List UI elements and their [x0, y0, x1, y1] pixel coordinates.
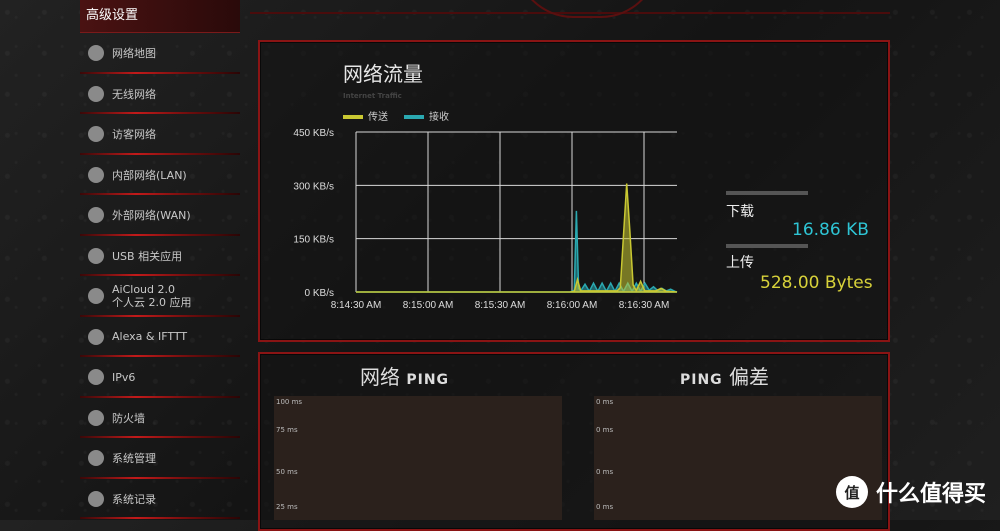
admin-icon — [88, 450, 104, 467]
ping-left-tick: 50 ms — [276, 468, 298, 476]
sidebar-item-label: AiCloud 2.0 — [112, 283, 175, 297]
sidebar-item-2[interactable]: 访客网络 — [80, 114, 240, 155]
sidebar-item-11[interactable]: 系统记录 — [80, 479, 240, 520]
wifi-icon — [88, 85, 104, 102]
firewall-icon — [88, 409, 104, 426]
sidebar-item-10[interactable]: 系统管理 — [80, 438, 240, 479]
traffic-subtitle: Internet Traffic — [343, 92, 402, 100]
sidebar-item-label: 访客网络 — [112, 128, 156, 142]
ipv6-icon — [88, 369, 104, 386]
download-value: 16.86 KB — [792, 220, 869, 240]
sidebar-item-8[interactable]: IPv6 — [80, 357, 240, 398]
ping-right-tick: 0 ms — [596, 398, 614, 406]
sidebar-item-sublabel: 个人云 2.0 应用 — [112, 296, 192, 310]
guest-globe-icon — [88, 126, 104, 143]
ping-right-tick: 0 ms — [596, 503, 614, 511]
traffic-title: 网络流量 — [343, 62, 423, 86]
ping-chart-left — [274, 396, 562, 520]
upload-bar — [726, 244, 808, 248]
cloud-icon — [88, 288, 104, 305]
sidebar-item-label: 无线网络 — [112, 87, 156, 101]
legend-item-send[interactable]: 传送 — [343, 108, 388, 123]
ping-right-tick: 0 ms — [596, 468, 614, 476]
legend-item-receive[interactable]: 接收 — [404, 108, 449, 123]
sidebar-item-label: IPv6 — [112, 370, 136, 384]
log-icon — [88, 490, 104, 507]
sidebar-item-3[interactable]: 内部网络(LAN) — [80, 155, 240, 196]
alexa-icon — [88, 328, 104, 345]
sidebar-item-label: Alexa & IFTTT — [112, 330, 188, 344]
ping-title-right: PING 偏差 — [680, 365, 770, 389]
sidebar-header: 高级设置 — [80, 0, 240, 33]
sidebar-menu: 网络地图无线网络访客网络内部网络(LAN) 外部网络(WAN) USB 相关应用 Ai… — [80, 33, 240, 519]
sidebar-item-9[interactable]: 防火墙 — [80, 398, 240, 439]
sidebar-item-4[interactable]: 外部网络(WAN) — [80, 195, 240, 236]
download-bar — [726, 191, 808, 195]
sidebar-item-6[interactable]: AiCloud 2.0 个人云 2.0 应用 — [80, 276, 240, 317]
watermark: 值 什么值得买 — [835, 476, 986, 508]
sidebar-item-label: 防火墙 — [112, 411, 145, 425]
sidebar-item-labels: AiCloud 2.0 个人云 2.0 应用 — [112, 283, 192, 309]
download-label: 下载 — [726, 204, 754, 220]
ping-right-tick: 0 ms — [596, 426, 614, 434]
upload-label: 上传 — [726, 255, 754, 271]
sidebar: 高级设置 网络地图无线网络访客网络内部网络(LAN) 外部网络(WAN) USB 相… — [80, 0, 240, 520]
sidebar-item-label: 网络地图 — [112, 47, 156, 61]
sidebar-item-label: 内部网络(LAN) — [112, 168, 187, 182]
smzdm-logo-icon: 值 — [835, 476, 868, 508]
sidebar-item-5[interactable]: USB 相关应用 — [80, 236, 240, 277]
lan-icon — [88, 166, 104, 183]
ping-left-tick: 75 ms — [276, 426, 298, 434]
ping-left-tick: 100 ms — [276, 398, 303, 406]
ping-left-tick: 25 ms — [276, 503, 298, 511]
traffic-legend: 传送 接收 — [343, 108, 449, 123]
sidebar-item-1[interactable]: 无线网络 — [80, 74, 240, 115]
usb-icon — [88, 247, 104, 264]
watermark-text: 什么值得买 — [875, 482, 986, 507]
sidebar-item-label: 系统管理 — [112, 452, 156, 466]
sidebar-item-label: USB 相关应用 — [112, 249, 183, 263]
sidebar-item-label: 系统记录 — [112, 492, 156, 506]
sidebar-item-label: 外部网络(WAN) — [112, 209, 191, 223]
upload-value: 528.00 Bytes — [760, 273, 873, 293]
sidebar-item-7[interactable]: Alexa & IFTTT — [80, 317, 240, 358]
globe-icon — [88, 45, 104, 62]
sidebar-item-0[interactable]: 网络地图 — [80, 33, 240, 74]
wan-globe-icon — [88, 207, 104, 224]
ping-title-left: 网络 PING — [360, 365, 450, 389]
